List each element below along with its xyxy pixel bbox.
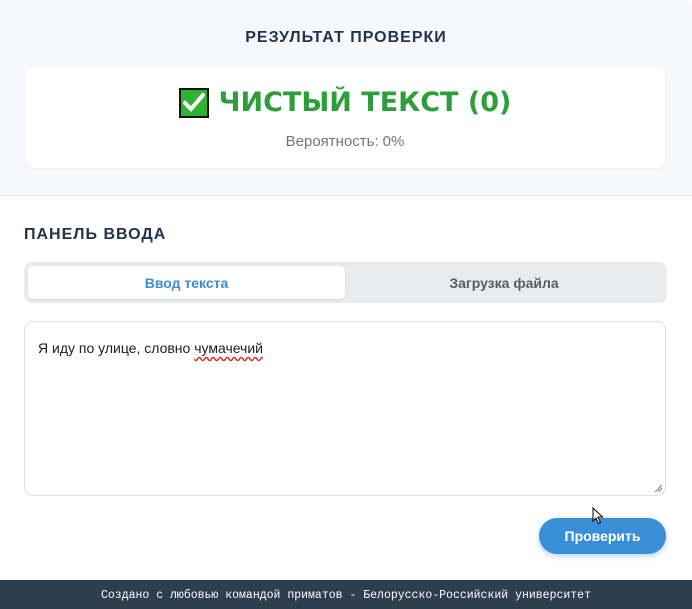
tab-file-upload[interactable]: Загрузка файла <box>345 266 663 299</box>
probability-value: 0% <box>382 133 405 150</box>
input-text: Я иду по улице, словно <box>38 340 195 356</box>
text-input-area[interactable]: Я иду по улице, словно чумачечий <box>24 321 666 496</box>
probability-label: Вероятность: <box>285 133 379 150</box>
probability: Вероятность: 0% <box>25 133 665 150</box>
misspelled-word: чумачечий <box>194 340 263 356</box>
result-title: РЕЗУЛЬТАТ ПРОВЕРКИ <box>245 29 447 46</box>
input-panel-title: ПАНЕЛЬ ВВОДА <box>24 226 167 243</box>
verdict: ЧИСТЫЙ ТЕКСТ (0) <box>25 87 665 118</box>
result-section: РЕЗУЛЬТАТ ПРОВЕРКИ ЧИСТЫЙ ТЕКСТ (0) Веро… <box>0 0 692 196</box>
tab-text-input[interactable]: Ввод текста <box>28 266 345 299</box>
verdict-text: ЧИСТЫЙ ТЕКСТ (0) <box>218 87 512 118</box>
resize-handle-icon[interactable] <box>654 484 662 492</box>
result-card: ЧИСТЫЙ ТЕКСТ (0) Вероятность: 0% <box>25 67 665 168</box>
check-mark-icon <box>178 87 209 118</box>
footer: Создано с любовью командой приматов - Бе… <box>0 580 692 609</box>
mouse-cursor-icon <box>592 507 604 525</box>
input-tabs: Ввод текста Загрузка файла <box>24 262 667 303</box>
